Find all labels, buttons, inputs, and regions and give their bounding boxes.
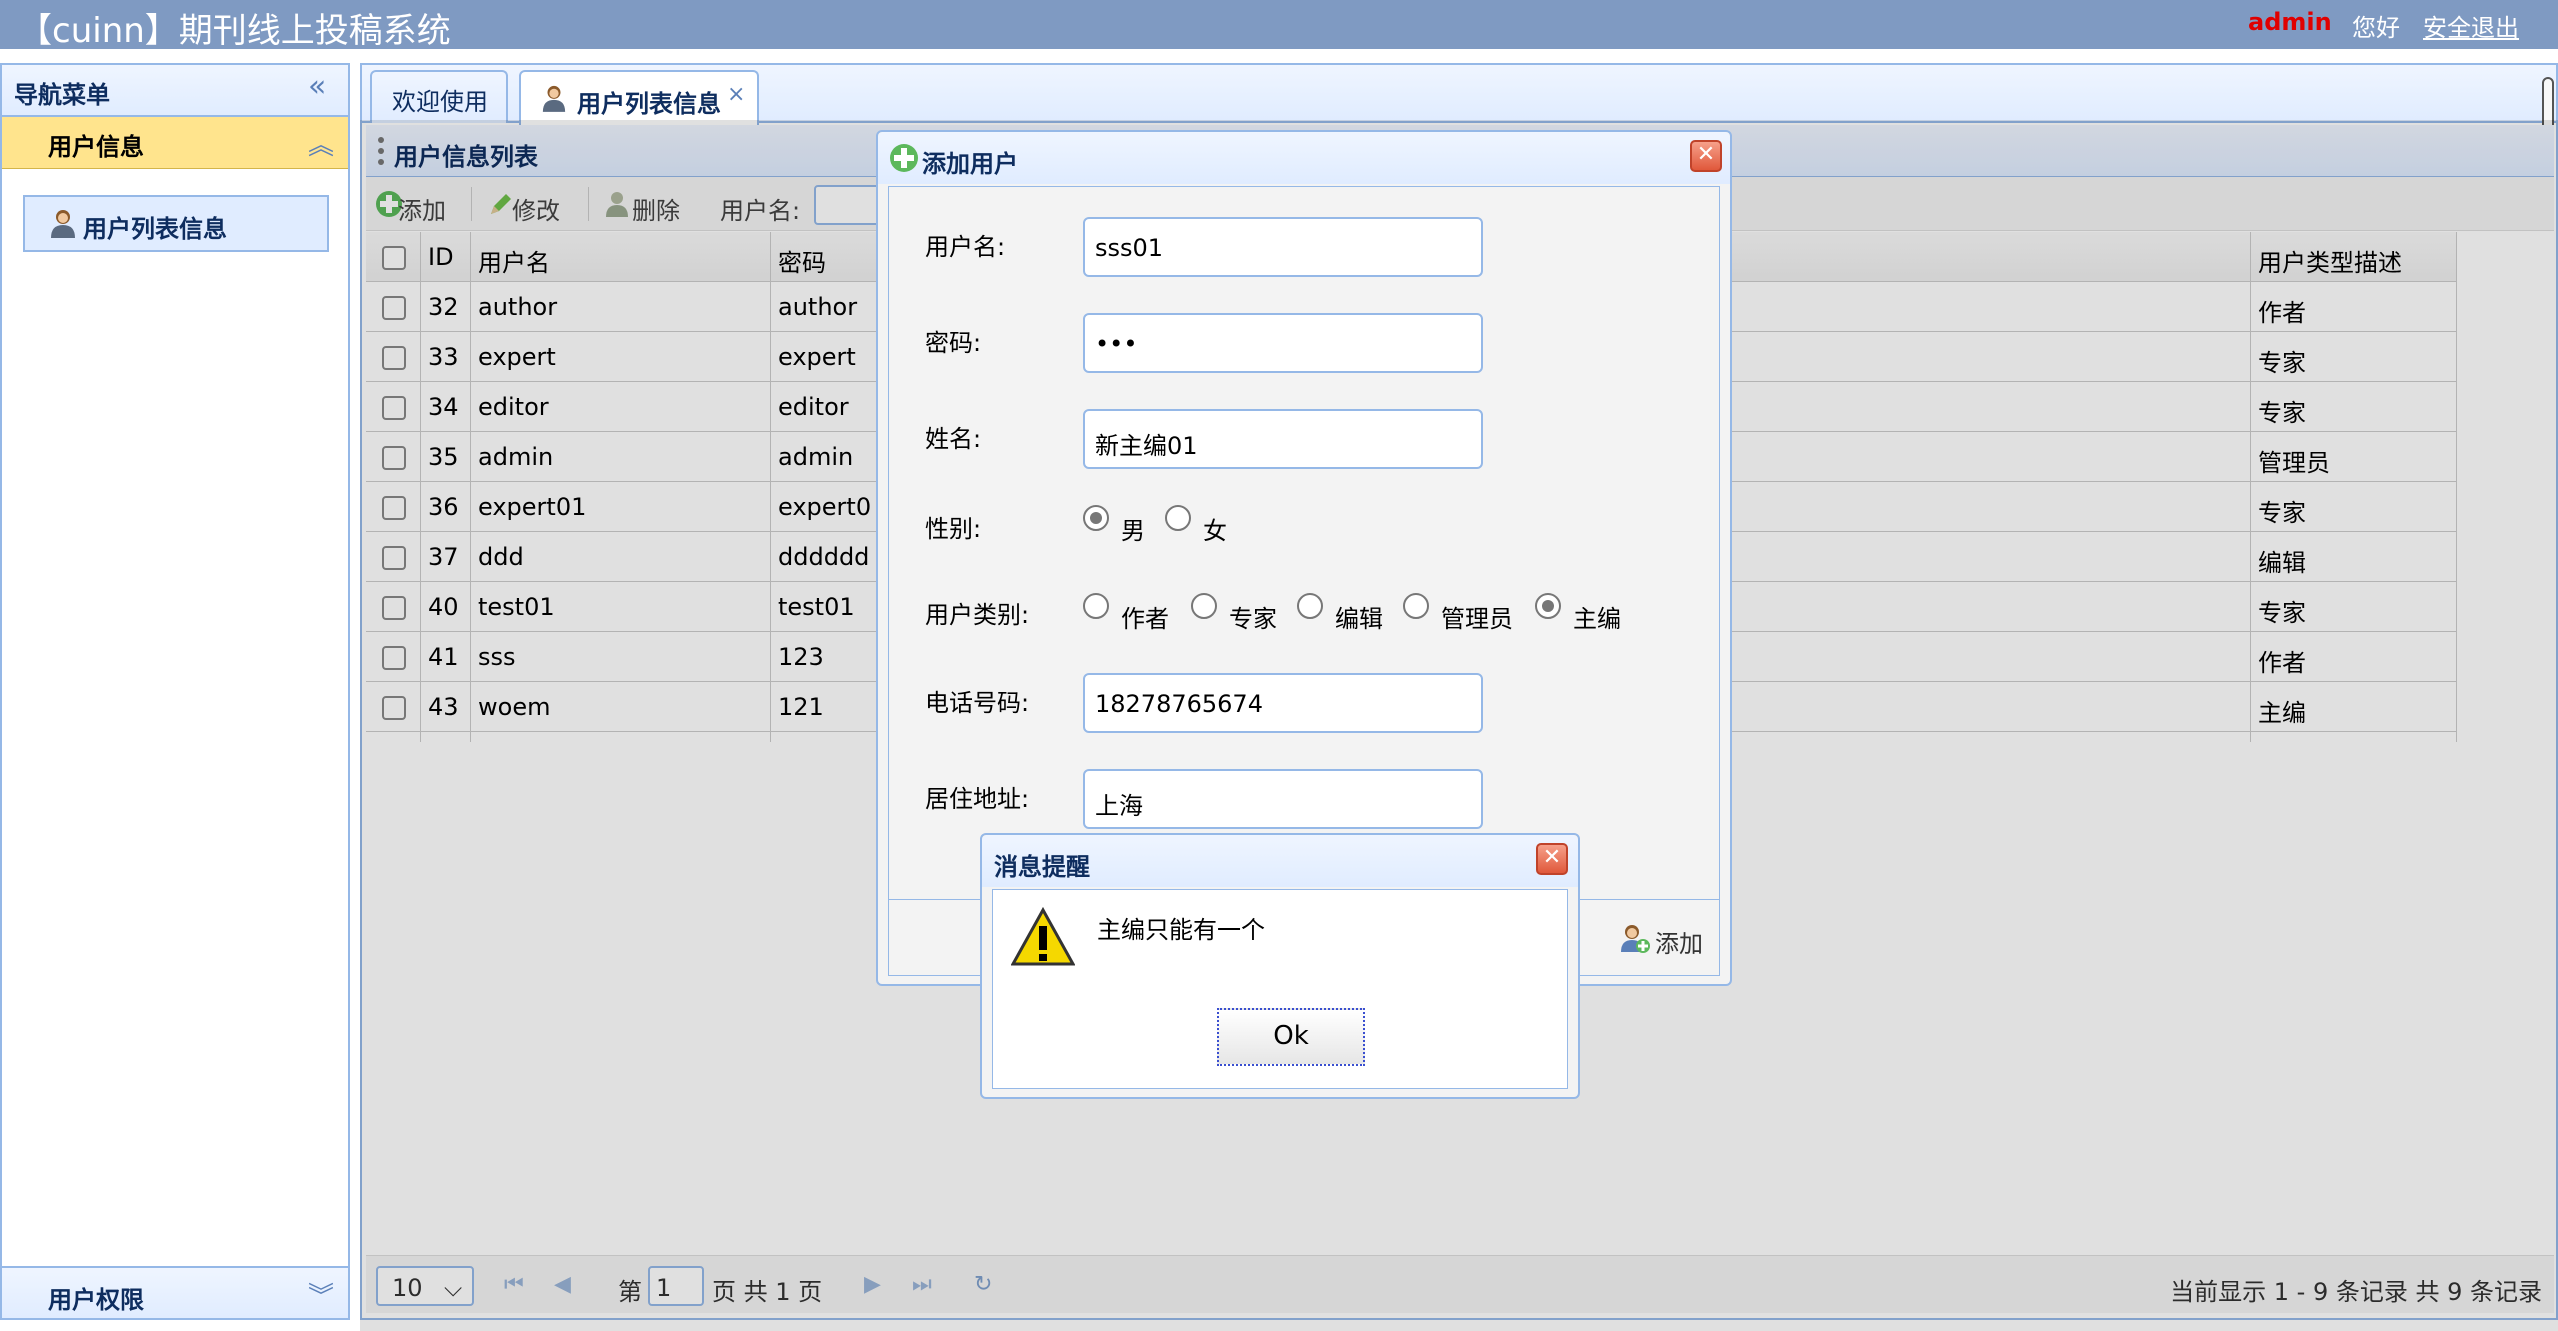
- gender-option-label: 男: [1121, 517, 1145, 545]
- accordion-user-info[interactable]: 用户信息 ︽: [2, 117, 348, 169]
- username-label: 用户名:: [925, 233, 1006, 261]
- dialog-add-button[interactable]: 添加: [1655, 924, 1703, 959]
- logout-link[interactable]: 安全退出: [2423, 8, 2519, 43]
- chevron-up-icon[interactable]: ︽: [308, 125, 334, 162]
- nav-header: 导航菜单 «: [2, 65, 348, 117]
- username-field[interactable]: sss01: [1083, 217, 1483, 277]
- address-field[interactable]: 上海: [1083, 769, 1483, 829]
- tab-user-list[interactable]: 用户列表信息 ×: [519, 70, 759, 125]
- message-title: 消息提醒: [994, 853, 1090, 881]
- phone-field[interactable]: 18278765674: [1083, 673, 1483, 733]
- type-radio-admin[interactable]: [1403, 593, 1429, 619]
- type-option-label: 专家: [1229, 605, 1277, 633]
- gender-radio-male[interactable]: [1083, 505, 1109, 531]
- name-field[interactable]: 新主编01: [1083, 409, 1483, 469]
- tab-label: 欢迎使用: [392, 88, 488, 116]
- address-value: 上海: [1095, 792, 1143, 820]
- nav-item-label: 用户列表信息: [83, 215, 227, 243]
- close-icon[interactable]: ×: [727, 82, 745, 107]
- message-header: 消息提醒 ✕: [982, 835, 1578, 887]
- nav-panel: 导航菜单 « 用户信息 ︽ 用户列表信息 用户权限 ︾: [0, 63, 350, 1320]
- phone-value: 18278765674: [1095, 690, 1263, 718]
- type-radio-editor[interactable]: [1297, 593, 1323, 619]
- tab-label: 用户列表信息: [577, 90, 721, 118]
- message-body: 主编只能有一个 Ok: [992, 889, 1568, 1089]
- current-user: admin: [2248, 8, 2332, 36]
- type-radio-expert[interactable]: [1191, 593, 1217, 619]
- user-type-label: 用户类别:: [925, 601, 1030, 629]
- greeting: 您好: [2352, 14, 2400, 42]
- type-option-label: 作者: [1121, 605, 1169, 633]
- username-value: sss01: [1095, 234, 1164, 262]
- nav-item-user-list[interactable]: 用户列表信息: [23, 195, 329, 252]
- tab-welcome[interactable]: 欢迎使用: [370, 70, 508, 123]
- accordion-title: 用户信息: [48, 133, 144, 161]
- phone-label: 电话号码:: [925, 689, 1030, 717]
- type-radio-author[interactable]: [1083, 593, 1109, 619]
- dialog-header: 添加用户 ✕: [878, 132, 1730, 184]
- message-text: 主编只能有一个: [1097, 916, 1265, 944]
- nav-title: 导航菜单: [14, 81, 110, 109]
- gender-radio-female[interactable]: [1165, 505, 1191, 531]
- name-label: 姓名:: [925, 425, 982, 453]
- password-value: •••: [1095, 330, 1138, 358]
- address-label: 居住地址:: [925, 785, 1030, 813]
- accordion-title: 用户权限: [48, 1286, 144, 1314]
- password-field[interactable]: •••: [1083, 313, 1483, 373]
- chevron-down-icon[interactable]: ︾: [308, 1276, 334, 1313]
- tab-bar: 欢迎使用 用户列表信息 ×: [362, 65, 2556, 125]
- user-icon: [51, 210, 75, 238]
- user-add-icon: [1621, 925, 1650, 953]
- app-title: 【cuinn】期刊线上投稿系统: [18, 11, 451, 51]
- dialog-form: 用户名: sss01 密码: ••• 姓名: 新主编01 性别: 男 女 用户类…: [888, 186, 1720, 900]
- accordion-user-permissions[interactable]: 用户权限 ︾: [2, 1266, 348, 1318]
- ok-button[interactable]: Ok: [1217, 1008, 1365, 1066]
- collapse-left-icon[interactable]: «: [308, 69, 326, 104]
- warning-icon: [1011, 906, 1075, 966]
- top-header: 【cuinn】期刊线上投稿系统 admin 您好 安全退出: [0, 0, 2558, 51]
- close-icon[interactable]: ✕: [1536, 843, 1568, 875]
- name-value: 新主编01: [1095, 432, 1198, 460]
- gender-option-label: 女: [1203, 517, 1227, 545]
- type-option-label: 主编: [1573, 605, 1621, 633]
- message-dialog: 消息提醒 ✕ 主编只能有一个 Ok: [980, 833, 1580, 1099]
- add-icon: [890, 144, 918, 172]
- type-option-label: 管理员: [1441, 605, 1513, 633]
- type-radio-chief-editor[interactable]: [1535, 593, 1561, 619]
- user-icon: [542, 85, 566, 112]
- dialog-title: 添加用户: [922, 150, 1018, 178]
- gender-label: 性别:: [925, 515, 982, 543]
- close-icon[interactable]: ✕: [1690, 140, 1722, 172]
- type-option-label: 编辑: [1335, 605, 1383, 633]
- password-label: 密码:: [925, 329, 982, 357]
